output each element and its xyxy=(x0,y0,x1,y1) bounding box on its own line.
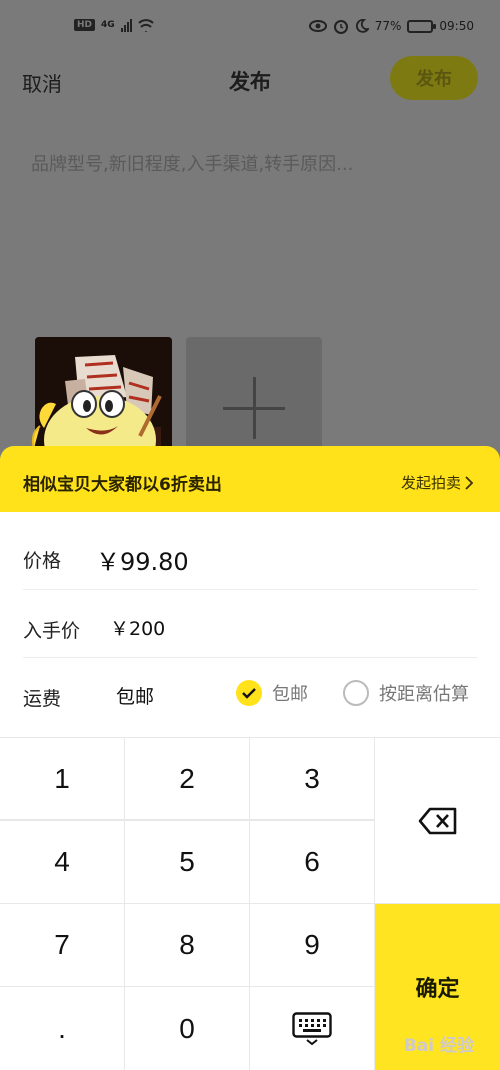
hd-badge: HD xyxy=(74,19,96,31)
watermark: Bai 经验 xyxy=(403,1036,474,1056)
option-free-label: 包邮 xyxy=(272,684,308,705)
key-dot[interactable]: . xyxy=(0,987,124,1070)
number-keypad: 1 2 3 4 5 6 7 8 9 确定 . 0 xyxy=(0,737,500,1070)
key-6[interactable]: 6 xyxy=(250,821,374,903)
signal-icon xyxy=(120,18,132,32)
price-value[interactable]: ￥99.80 xyxy=(96,542,189,577)
key-9[interactable]: 9 xyxy=(250,904,374,986)
key-1[interactable]: 1 xyxy=(0,738,124,819)
backspace-icon xyxy=(418,807,456,834)
shipping-row: 运费 包邮 包邮 按距离估算 xyxy=(0,658,500,728)
status-left: HD 4G xyxy=(74,18,154,32)
price-tip-banner: 相似宝贝大家都以6折卖出 发起拍卖 xyxy=(0,446,500,512)
banner-text: 相似宝贝大家都以6折卖出 xyxy=(23,475,222,495)
key-3[interactable]: 3 xyxy=(250,738,374,819)
clock: 09:50 xyxy=(439,19,474,33)
header: 取消 发布 发布 xyxy=(0,52,500,108)
plus-icon-vertical xyxy=(253,377,256,439)
original-price-value[interactable]: ￥200 xyxy=(110,614,165,641)
chevron-right-icon xyxy=(465,475,474,490)
shipping-value: 包邮 xyxy=(116,686,155,708)
alarm-icon xyxy=(333,20,348,34)
moon-icon xyxy=(355,19,369,33)
checkmark-icon xyxy=(236,680,262,706)
cancel-button[interactable]: 取消 xyxy=(22,68,62,97)
key-2[interactable]: 2 xyxy=(125,738,249,819)
radio-unchecked-icon xyxy=(343,680,369,706)
price-label: 价格 xyxy=(23,550,62,572)
option-free-shipping[interactable]: 包邮 xyxy=(236,680,308,706)
description-input[interactable]: 品牌型号,新旧程度,入手渠道,转手原因... xyxy=(31,150,353,176)
key-8[interactable]: 8 xyxy=(125,904,249,986)
key-0[interactable]: 0 xyxy=(125,987,249,1070)
start-auction-link[interactable]: 发起拍卖 xyxy=(401,472,474,493)
status-right: 77% 09:50 xyxy=(308,18,474,34)
hide-keyboard-key[interactable] xyxy=(250,987,374,1070)
option-distance-label: 按距离估算 xyxy=(379,684,469,705)
publish-button[interactable]: 发布 xyxy=(390,56,478,100)
battery-icon xyxy=(407,19,437,33)
battery-percent: 77% xyxy=(374,19,402,33)
status-bar: HD 4G 77% 09:50 xyxy=(0,0,500,52)
original-price-row[interactable]: 入手价 ￥200 xyxy=(0,590,500,658)
network-label: 4G xyxy=(101,20,115,30)
shipping-label: 运费 xyxy=(23,688,62,710)
add-photo-button[interactable] xyxy=(186,337,322,457)
backspace-key[interactable] xyxy=(375,738,500,903)
key-5[interactable]: 5 xyxy=(125,821,249,903)
eye-icon xyxy=(308,20,327,32)
key-4[interactable]: 4 xyxy=(0,821,124,903)
hotspot-icon xyxy=(137,19,154,32)
price-row[interactable]: 价格 ￥99.80 xyxy=(0,512,500,590)
key-7[interactable]: 7 xyxy=(0,904,124,986)
start-auction-label: 发起拍卖 xyxy=(400,474,461,492)
original-price-label: 入手价 xyxy=(23,620,81,642)
option-distance-shipping[interactable]: 按距离估算 xyxy=(343,680,469,706)
keyboard-icon xyxy=(292,1011,332,1045)
